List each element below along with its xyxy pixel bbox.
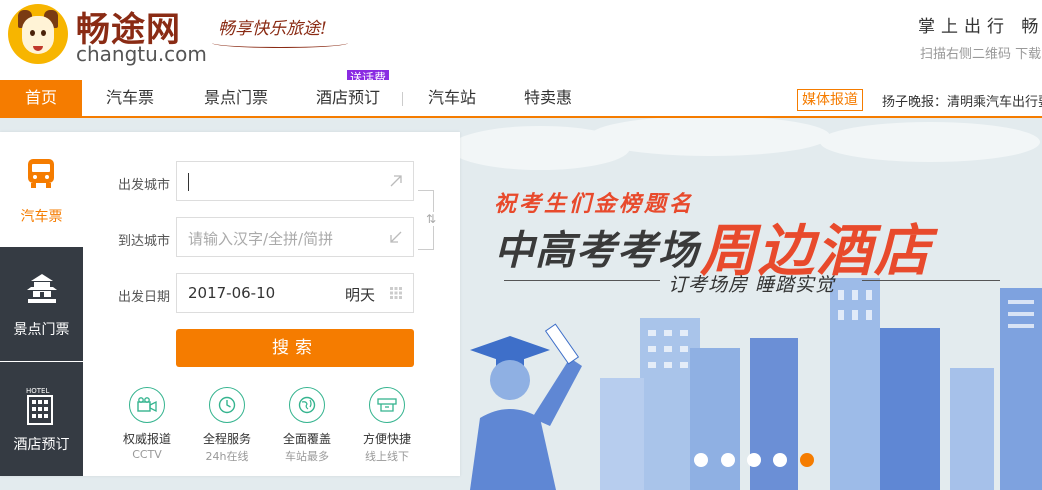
tv-camera-icon <box>129 387 165 423</box>
feature-title: 全面覆盖 <box>282 432 331 446</box>
calendar-icon[interactable] <box>389 286 403 300</box>
hero-area: 祝考生们金榜题名 中高考考场 周边酒店 订考场房 睡踏实觉 汽车票 景点门票 H… <box>0 118 1042 490</box>
nav-scenic-tickets[interactable]: 景点门票 <box>192 80 280 116</box>
feature-item: 全面覆盖 车站最多 <box>272 387 342 464</box>
carousel-dot-active[interactable] <box>800 453 814 467</box>
banner-rule-right <box>862 280 1000 281</box>
feature-title: 方便快捷 <box>362 432 411 446</box>
tab-scenic-tickets[interactable]: 景点门票 <box>0 247 83 361</box>
tab-label: 酒店预订 <box>13 437 70 453</box>
feature-subtitle: 线上线下 <box>365 450 409 463</box>
date-day-label: 明天 <box>345 286 376 304</box>
mascot-eye <box>30 30 35 36</box>
carousel-dot[interactable] <box>721 453 735 467</box>
feature-title: 权威报道 <box>122 432 171 446</box>
search-panel: 汽车票 景点门票 HOTEL 酒店预订 出发城市 ⇅ 到达城市 请输入汉字/全拼… <box>0 132 460 476</box>
tab-bus-tickets[interactable]: 汽车票 <box>0 132 83 246</box>
to-city-label: 到达城市 <box>118 234 171 249</box>
nav-divider <box>402 92 403 106</box>
arrow-up-right-icon <box>390 175 402 187</box>
from-city-input[interactable] <box>176 161 414 201</box>
logo-mascot-icon[interactable] <box>8 4 68 64</box>
feature-item: 全程服务 24h在线 <box>192 387 262 464</box>
carousel-dot[interactable] <box>694 453 708 467</box>
carousel-dot[interactable] <box>773 453 787 467</box>
nav-bus-station[interactable]: 汽车站 <box>416 80 488 116</box>
to-city-placeholder: 请输入汉字/全拼/简拼 <box>188 230 334 248</box>
mobile-app-title: 掌上出行 畅途 <box>918 17 1042 37</box>
feature-item: 权威报道 CCTV <box>112 387 182 461</box>
tab-label: 汽车票 <box>20 209 63 225</box>
feature-item: 方便快捷 线上线下 <box>352 387 422 464</box>
svg-text:HOTEL: HOTEL <box>26 387 49 395</box>
hotel-icon: HOTEL <box>26 387 53 425</box>
feature-title: 全程服务 <box>202 432 251 446</box>
tab-label: 景点门票 <box>13 322 70 338</box>
tab-hotel-booking[interactable]: HOTEL 酒店预订 <box>0 362 83 476</box>
nav-home[interactable]: 首页 <box>0 80 82 116</box>
nav-hotel-booking[interactable]: 酒店预订 <box>304 80 392 116</box>
site-header: 畅途网 changtu.com 畅享快乐旅途! 掌上出行 畅途 扫描右侧二维码 … <box>0 0 1042 80</box>
banner-subtitle: 订考场房 睡踏实觉 <box>668 274 836 296</box>
banner-title-dark: 中高考考场 <box>494 228 699 274</box>
nav-special-sale[interactable]: 特卖惠 <box>512 80 584 116</box>
mascot-eye <box>41 30 46 36</box>
banner-illustration[interactable] <box>460 118 1042 490</box>
slogan: 畅享快乐旅途! <box>218 19 327 39</box>
banner-rule-left <box>504 280 660 281</box>
bus-icon <box>28 159 54 188</box>
brand-domain[interactable]: changtu.com <box>76 42 207 66</box>
clock-icon <box>209 387 245 423</box>
search-button[interactable]: 搜索 <box>176 329 414 367</box>
arrow-down-left-icon <box>390 231 402 243</box>
media-report-tag[interactable]: 媒体报道 <box>797 89 863 111</box>
date-input[interactable]: 2017-06-10 明天 <box>176 273 414 313</box>
globe-icon <box>289 387 325 423</box>
feature-subtitle: 车站最多 <box>285 450 329 463</box>
news-ticker[interactable]: 扬子晚报：清明乘汽车出行要提 <box>882 91 1042 110</box>
date-label: 出发日期 <box>118 290 171 305</box>
banner-headline: 祝考生们金榜题名 <box>494 192 695 217</box>
pagoda-icon <box>27 274 57 303</box>
feature-subtitle: CCTV <box>132 448 162 461</box>
mobile-app-subtitle: 扫描右侧二维码 下载 <box>920 47 1042 62</box>
feature-subtitle: 24h在线 <box>205 450 249 463</box>
ticket-icon <box>369 387 405 423</box>
text-caret <box>188 173 189 191</box>
date-value: 2017-06-10 <box>188 284 276 302</box>
carousel-dot[interactable] <box>747 453 761 467</box>
from-city-label: 出发城市 <box>118 178 171 193</box>
swap-cities-icon[interactable]: ⇅ <box>426 212 437 226</box>
to-city-input[interactable]: 请输入汉字/全拼/简拼 <box>176 217 414 257</box>
nav-bus-tickets[interactable]: 汽车票 <box>92 80 168 116</box>
slogan-underline <box>212 38 348 48</box>
